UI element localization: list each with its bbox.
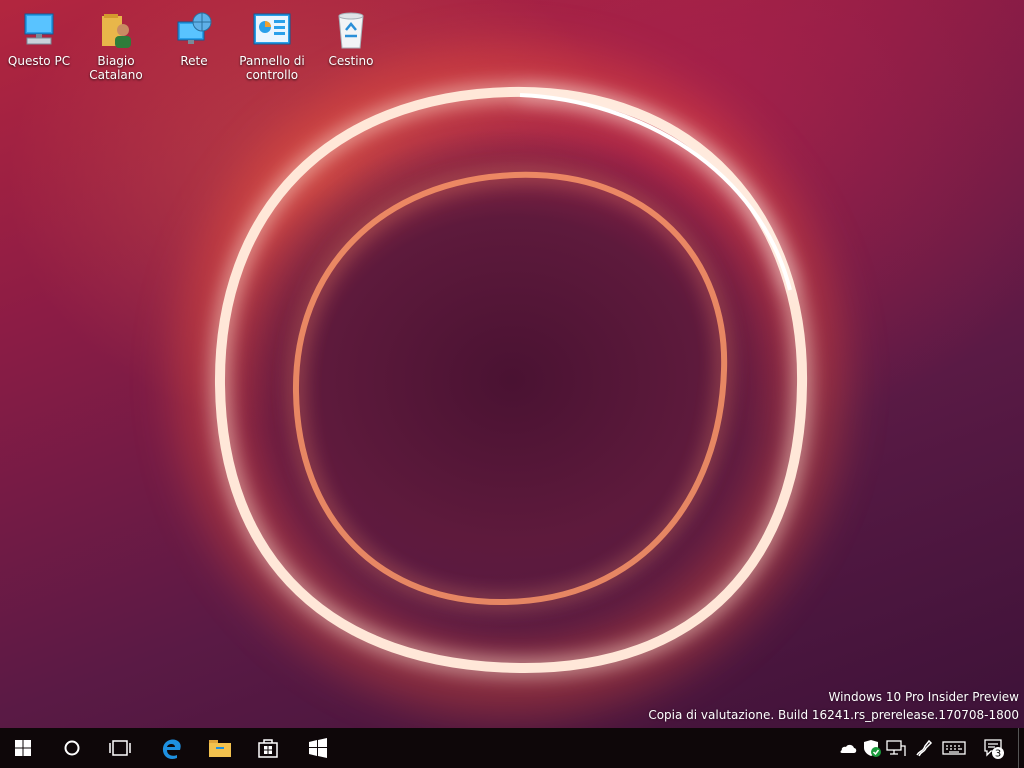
desktop-icon-label: Pannello di controllo xyxy=(239,54,305,82)
keyboard-icon[interactable] xyxy=(942,738,966,758)
desktop-icon-recycle-bin[interactable]: Cestino xyxy=(313,10,389,68)
task-view-button[interactable] xyxy=(96,728,144,768)
show-desktop-button[interactable] xyxy=(1018,728,1024,768)
desktop-icon-user-folder[interactable]: Biagio Catalano xyxy=(78,10,154,82)
edge-button[interactable] xyxy=(148,728,196,768)
notification-count: 3 xyxy=(995,749,1001,760)
cortana-icon xyxy=(64,740,80,756)
pen-icon[interactable] xyxy=(914,738,934,758)
watermark-edition: Windows 10 Pro Insider Preview xyxy=(828,690,1019,704)
store-button[interactable] xyxy=(244,728,292,768)
desktop-icon-this-pc[interactable]: Questo PC xyxy=(1,10,77,68)
start-icon xyxy=(15,740,31,756)
pinned-app-button[interactable] xyxy=(294,728,342,768)
edge-icon xyxy=(162,739,181,759)
recycle-bin-icon xyxy=(331,10,371,50)
wallpaper-ring-art xyxy=(175,45,845,715)
desktop-wallpaper xyxy=(0,0,1024,728)
computer-icon xyxy=(19,10,59,50)
start-button[interactable] xyxy=(0,728,48,768)
onedrive-icon[interactable] xyxy=(838,738,858,758)
defender-icon[interactable] xyxy=(862,738,882,758)
desktop-icon-network[interactable]: Rete xyxy=(156,10,232,68)
build-watermark: Windows 10 Pro Insider Preview Copia di … xyxy=(648,688,1019,724)
desktop-icon-label: Questo PC xyxy=(7,54,71,68)
task-view-icon xyxy=(109,740,131,756)
cortana-button[interactable] xyxy=(48,728,96,768)
app-icon xyxy=(309,738,327,758)
store-icon xyxy=(258,739,278,758)
file-explorer-icon xyxy=(209,740,231,757)
desktop-icon-label: Biagio Catalano xyxy=(89,54,143,82)
network-icon xyxy=(174,10,214,50)
network-icon[interactable] xyxy=(886,738,906,758)
system-tray: 3 xyxy=(830,728,1024,768)
taskbar: 3 xyxy=(0,728,1024,768)
control-panel-icon xyxy=(252,10,292,50)
desktop-icon-label: Cestino xyxy=(328,54,374,68)
watermark-build: Copia di valutazione. Build 16241.rs_pre… xyxy=(648,708,1019,722)
desktop-icon-control-panel[interactable]: Pannello di controllo xyxy=(234,10,310,82)
action-center-icon[interactable]: 3 xyxy=(982,736,1006,760)
user-folder-icon xyxy=(96,10,136,50)
desktop-icon-label: Rete xyxy=(180,54,208,68)
file-explorer-button[interactable] xyxy=(196,728,244,768)
